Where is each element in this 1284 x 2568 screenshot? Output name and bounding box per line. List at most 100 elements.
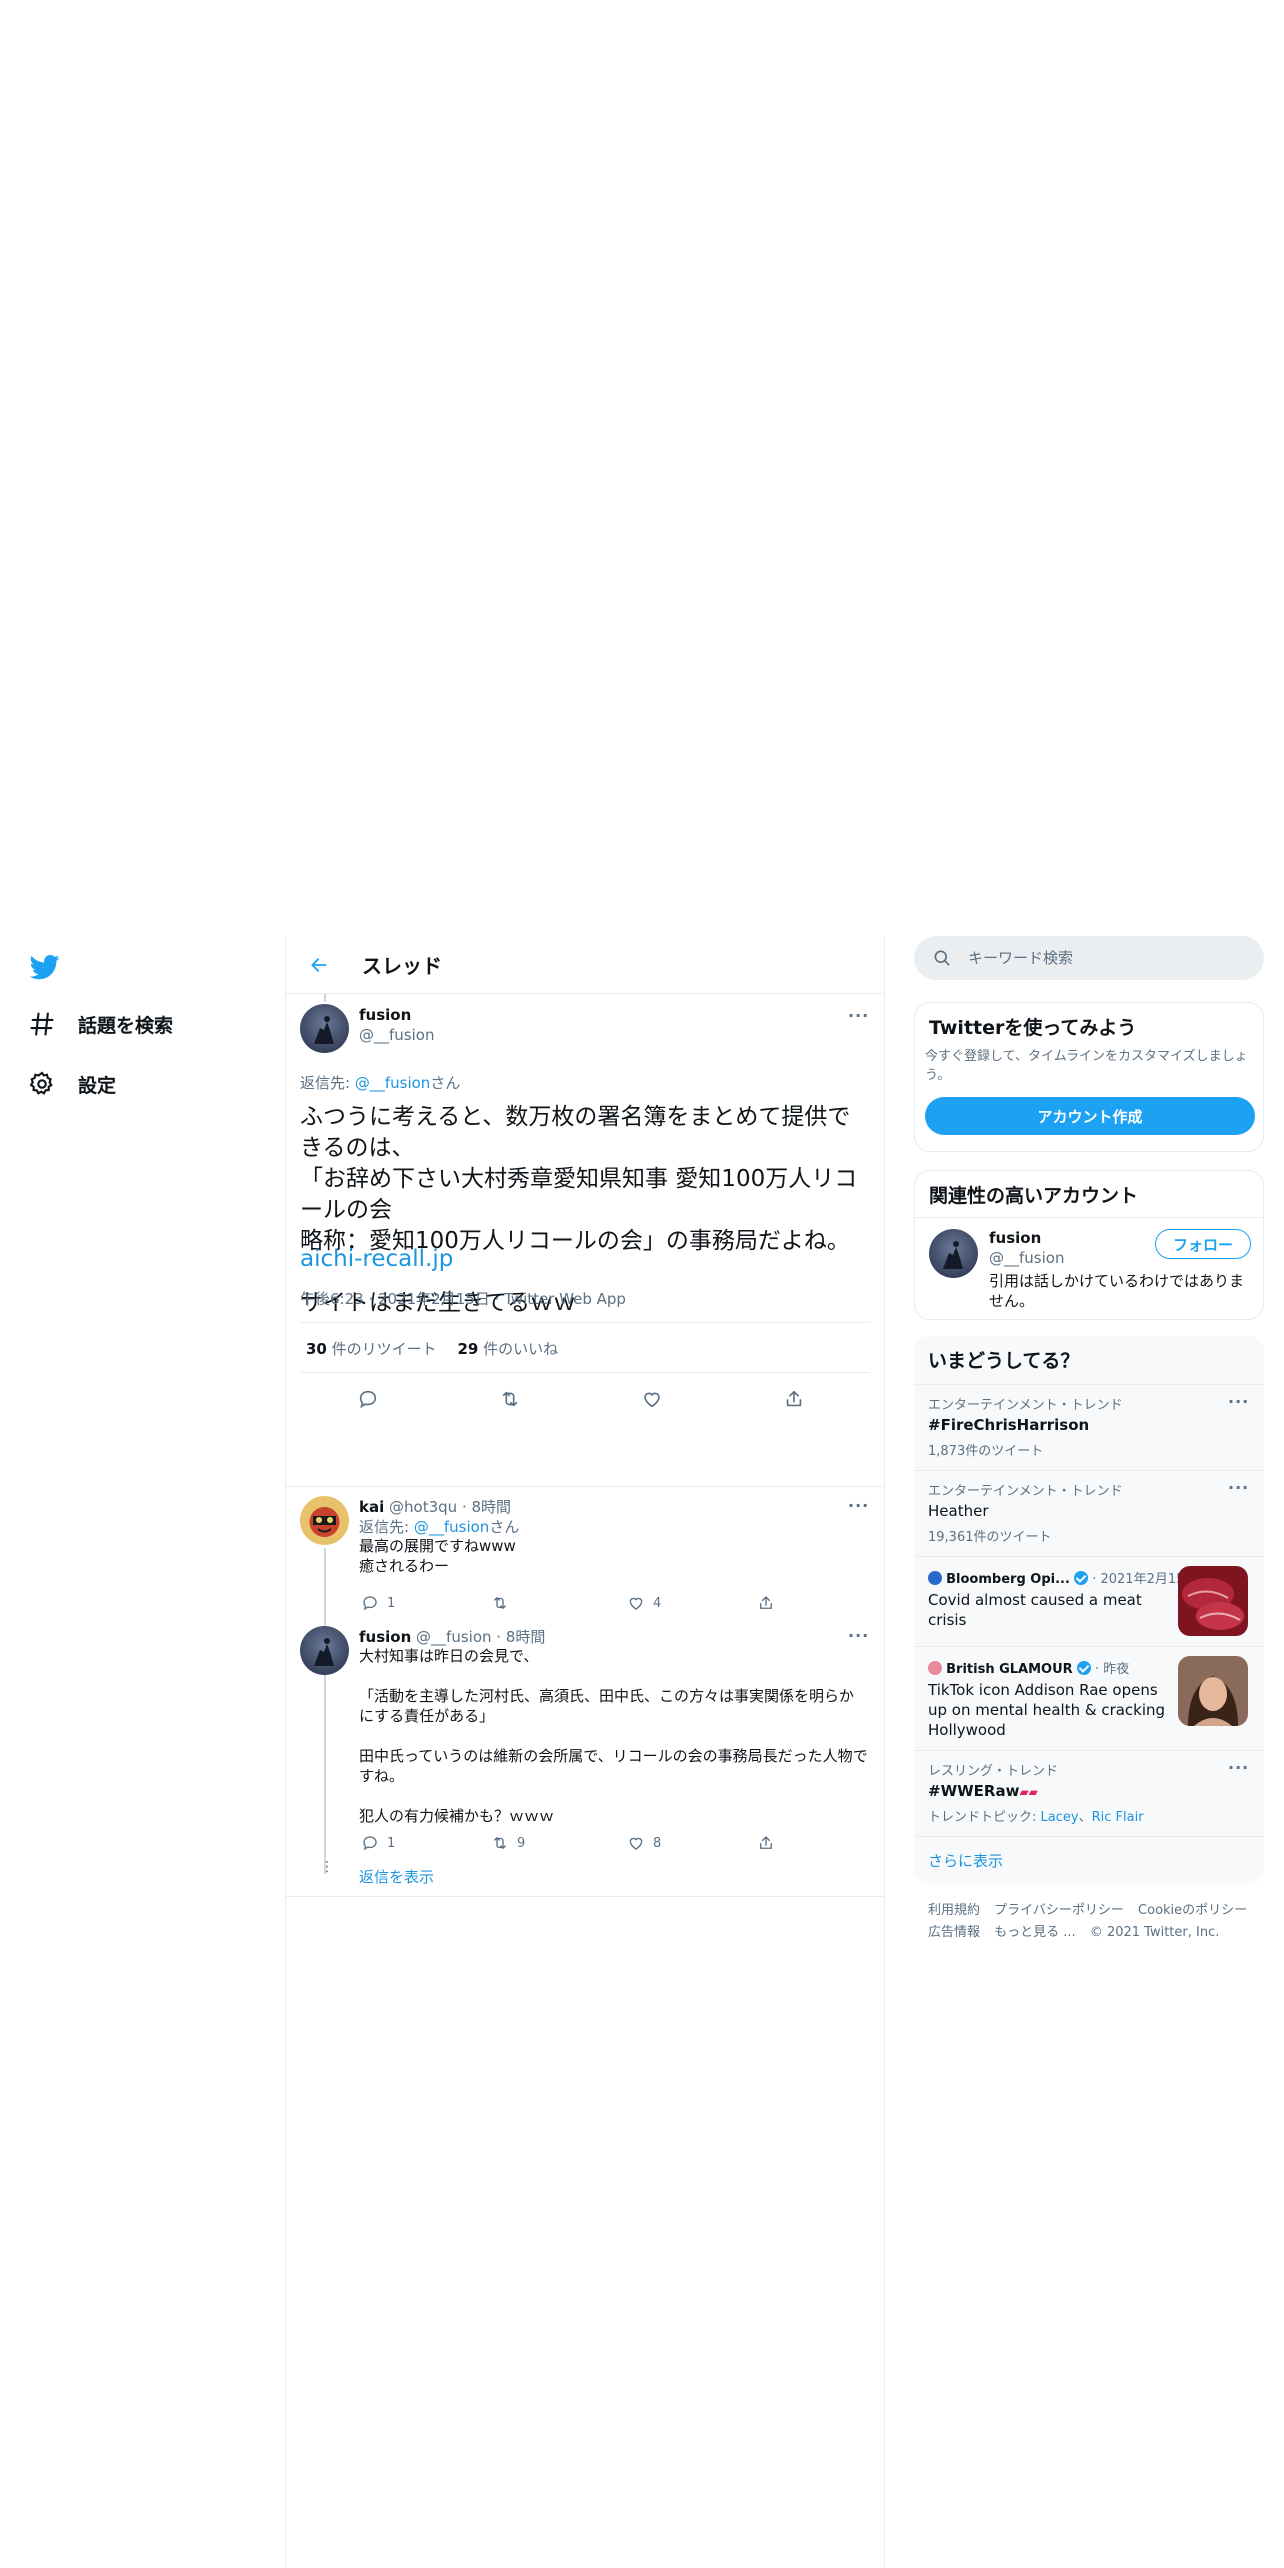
news-item[interactable]: Bloomberg Opi... · 2021年2月15日 Covid almo…: [914, 1556, 1264, 1646]
reply-author-name[interactable]: fusion: [359, 1628, 411, 1646]
more-options-button[interactable]: ···: [1228, 1758, 1249, 1777]
reply-author-name[interactable]: kai: [359, 1498, 384, 1516]
divider: [915, 1217, 1263, 1218]
retweet-button[interactable]: [489, 1592, 511, 1614]
reply-text: 大村知事は昨日の会見で、 「活動を主導した河村氏、高須氏、田中氏、この方々は事実…: [359, 1647, 868, 1825]
more-options-button[interactable]: ···: [1228, 1392, 1249, 1411]
tweet-time[interactable]: 午後6:23: [300, 1290, 364, 1308]
nav-settings-label: 設定: [78, 1074, 117, 1097]
like-stat[interactable]: 29 件のいいね: [457, 1340, 558, 1358]
reply-author-handle[interactable]: @hot3qu: [389, 1498, 457, 1516]
nav-explore-label: 話題を検索: [78, 1014, 174, 1037]
related-accounts-card: 関連性の高いアカウント fusion @__fusion 引用は話しかけているわ…: [914, 1170, 1264, 1320]
avatar-fusion-image: [300, 1626, 349, 1675]
divider: [300, 1372, 870, 1373]
trend-item[interactable]: エンターテインメント・トレンド #FireChrisHarrison 1,873…: [914, 1384, 1264, 1470]
avatar[interactable]: [929, 1229, 978, 1278]
like-button[interactable]: [625, 1592, 647, 1614]
follow-button[interactable]: フォロー: [1155, 1229, 1251, 1259]
footer-cookie-link[interactable]: Cookieのポリシー: [1138, 1903, 1247, 1918]
search-icon: [934, 950, 950, 966]
news-headline: Covid almost caused a meat crisis: [928, 1591, 1142, 1629]
like-button[interactable]: [625, 1832, 647, 1854]
share-button[interactable]: [755, 1832, 777, 1854]
reply-button[interactable]: [359, 1592, 381, 1614]
retweet-stat[interactable]: 30 件のリツイート: [306, 1340, 437, 1358]
avatar-fusion-image: [300, 1004, 349, 1053]
show-replies-link[interactable]: 返信を表示: [359, 1866, 434, 1887]
retweet-button[interactable]: [489, 1832, 511, 1854]
thread-line: [324, 1678, 326, 1874]
back-button[interactable]: [304, 950, 334, 980]
divider: [914, 1836, 1264, 1837]
create-account-button[interactable]: アカウント作成: [925, 1097, 1255, 1135]
author-name[interactable]: fusion: [359, 1006, 411, 1024]
tweet-text: ふつうに考えると、数万枚の署名簿をまとめて提供できるのは、 「お辞め下さい大村秀…: [300, 1104, 858, 1316]
retweet-icon: [502, 1391, 518, 1407]
footer-privacy-link[interactable]: プライバシーポリシー: [994, 1903, 1124, 1918]
search-bar[interactable]: [914, 936, 1264, 980]
trend-item[interactable]: エンターテインメント・トレンド Heather 19,361件のツイート ···: [914, 1470, 1264, 1556]
divider: [286, 1486, 884, 1487]
reply-author-handle[interactable]: @__fusion: [416, 1628, 491, 1646]
more-options-button[interactable]: ···: [848, 1626, 869, 1645]
nav-settings[interactable]: 設定: [28, 1064, 116, 1104]
more-options-button[interactable]: ···: [848, 1006, 869, 1025]
trends-title: いまどうしてる？: [928, 1350, 1080, 1372]
like-count: 8: [653, 1835, 662, 1851]
gear-icon: [29, 1071, 53, 1095]
signup-card: Twitterを使ってみよう 今すぐ登録して、タイムラインをカスタマイズしましょ…: [914, 1002, 1264, 1152]
search-input[interactable]: [968, 949, 1228, 967]
show-more-link[interactable]: さらに表示: [928, 1850, 1003, 1871]
reply-to-link[interactable]: @__fusion: [355, 1074, 430, 1092]
trend-topic-link[interactable]: Ric Flair: [1092, 1810, 1144, 1825]
footer-terms-link[interactable]: 利用規約: [928, 1903, 980, 1918]
reply-button[interactable]: [359, 1832, 381, 1854]
trend-sub: 1,873件のツイート: [928, 1444, 1044, 1459]
nav-explore[interactable]: 話題を検索: [28, 1004, 173, 1044]
reply-time[interactable]: 8時間: [506, 1628, 546, 1646]
signup-desc: 今すぐ登録して、タイムラインをカスタマイズしましょう。: [925, 1049, 1248, 1083]
news-item[interactable]: British GLAMOUR · 昨夜 TikTok icon Addison…: [914, 1646, 1264, 1750]
thread-dots-icon: ⋮: [320, 1859, 334, 1875]
divider: [286, 1896, 884, 1897]
trend-topics: トレンドトピック: Lacey、Ric Flair: [928, 1810, 1144, 1825]
related-handle[interactable]: @__fusion: [989, 1249, 1064, 1267]
trend-item[interactable]: レスリング・トレンド #WWERaw▰▰ トレンドトピック: Lacey、Ric…: [914, 1750, 1264, 1836]
glamour-logo-icon: [928, 1661, 942, 1675]
reply-button[interactable]: [357, 1388, 379, 1410]
share-icon: [760, 1836, 772, 1849]
twitter-logo-icon[interactable]: [28, 952, 62, 982]
retweet-button[interactable]: [499, 1388, 521, 1410]
footer-ads-link[interactable]: 広告情報: [928, 1925, 980, 1940]
reply-prefix: 返信先:: [300, 1074, 351, 1092]
reply-actions: 1 4: [359, 1592, 777, 1614]
related-bio: 引用は話しかけているわけではありません。: [989, 1272, 1245, 1310]
reply-to-link[interactable]: @__fusion: [414, 1518, 489, 1536]
like-button[interactable]: [641, 1388, 663, 1410]
tweet-link[interactable]: aichi-recall.jp: [300, 1244, 453, 1275]
trend-topic-link[interactable]: Lacey: [1041, 1810, 1079, 1825]
avatar[interactable]: [300, 1496, 349, 1545]
avatar[interactable]: [300, 1004, 349, 1053]
trend-title: Heather: [928, 1502, 989, 1520]
tweet-source[interactable]: Twitter Web App: [504, 1290, 626, 1308]
share-button[interactable]: [755, 1592, 777, 1614]
trend-title: #WWERaw: [928, 1782, 1020, 1800]
avatar[interactable]: [300, 1626, 349, 1675]
share-button[interactable]: [783, 1388, 805, 1410]
more-options-button[interactable]: ···: [848, 1496, 869, 1515]
main-column: スレッド fusion @__fusion ··· 返信先: @__fusion…: [285, 936, 885, 2568]
retweet-icon: [494, 1837, 506, 1849]
related-name[interactable]: fusion: [989, 1229, 1041, 1247]
author-handle[interactable]: @__fusion: [359, 1026, 434, 1044]
verified-badge-icon: [1076, 1661, 1091, 1675]
trend-title-wrapper: #WWERaw▰▰: [928, 1782, 1038, 1800]
tweet-date[interactable]: 2021年2月15日: [378, 1290, 490, 1308]
avatar-fusion-image: [929, 1229, 978, 1278]
reply-time[interactable]: 8時間: [472, 1498, 512, 1516]
news-source: Bloomberg Opi...: [946, 1572, 1070, 1587]
trends-card: いまどうしてる？ エンターテインメント・トレンド #FireChrisHarri…: [914, 1336, 1264, 1884]
more-options-button[interactable]: ···: [1228, 1478, 1249, 1497]
footer-more-link[interactable]: もっと見る ...: [994, 1925, 1076, 1940]
